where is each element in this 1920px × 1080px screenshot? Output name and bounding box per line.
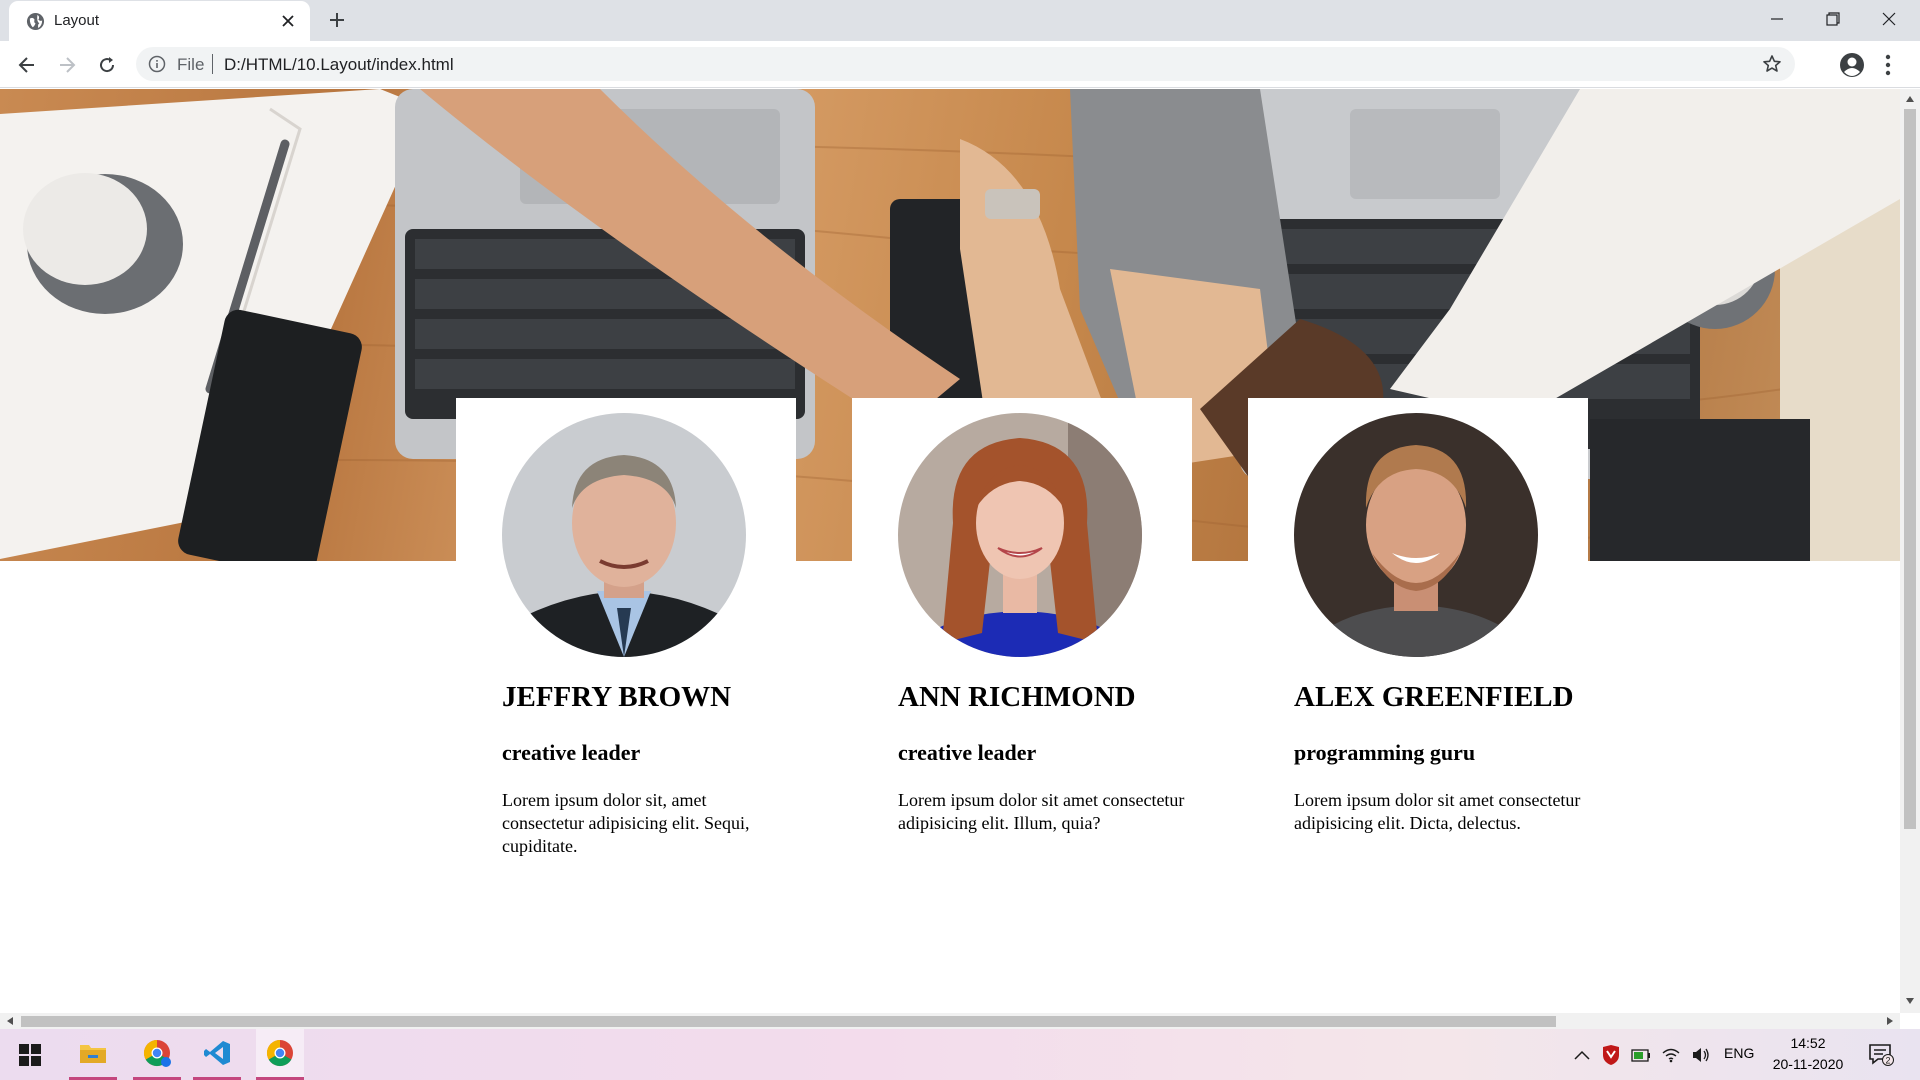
member-name: JEFFRY BROWN [502,681,732,713]
restore-icon [1826,12,1840,26]
minimize-icon [1771,18,1783,20]
wifi-tray-icon[interactable] [1660,1044,1682,1066]
bookmark-star-icon[interactable] [1762,54,1782,74]
taskbar-file-explorer[interactable] [69,1029,117,1080]
volume-tray-icon[interactable] [1690,1044,1712,1066]
forward-button[interactable] [54,52,80,78]
member-description: Lorem ipsum dolor sit, amet consectetur … [502,790,750,856]
new-tab-plus-icon[interactable] [327,10,347,30]
chrome-icon [143,1039,171,1067]
triangle-right-icon [1887,1017,1893,1025]
team-card-1: JEFFRY BROWN creative leader Lorem ipsum… [456,398,796,918]
shield-icon [1603,1045,1619,1065]
show-hidden-icons-button[interactable] [1572,1044,1592,1066]
windows-taskbar: ENG 14:52 20-11-2020 2 [0,1029,1920,1080]
vertical-scrollbar[interactable] [1900,89,1920,1013]
member-description: Lorem ipsum dolor sit amet consectetur a… [1294,790,1581,833]
member-role: creative leader [898,740,1037,765]
windows-logo-icon [19,1043,41,1066]
member-role: creative leader [502,740,641,765]
battery-tray-icon[interactable] [1630,1044,1652,1066]
triangle-up-icon [1906,96,1914,102]
notification-icon: 2 [1869,1044,1894,1066]
wifi-icon [1662,1048,1680,1063]
notification-center-button[interactable]: 2 [1866,1042,1896,1068]
url-scheme-label: File [177,55,205,74]
portrait-photo [1294,413,1538,657]
address-bar[interactable]: File D:/HTML/10.Layout/index.html [136,47,1795,81]
tab-title: Layout [54,12,100,29]
profile-avatar-icon[interactable] [1838,51,1866,79]
chevron-up-icon [1574,1050,1590,1060]
start-button[interactable] [6,1029,54,1080]
triangle-left-icon [7,1017,13,1025]
antivirus-tray-icon[interactable] [1600,1044,1622,1066]
info-icon[interactable] [148,55,166,73]
omnibox-divider [212,54,213,74]
globe-icon [26,12,45,31]
page-viewport: JEFFRY BROWN creative leader Lorem ipsum… [0,89,1900,1013]
horizontal-scrollbar[interactable] [0,1013,1900,1029]
clock-time[interactable]: 14:52 [1778,1035,1838,1051]
member-name: ANN RICHMOND [898,681,1136,713]
forward-arrow-icon [60,57,76,73]
close-icon [1882,12,1896,26]
taskbar-chrome[interactable] [256,1029,304,1080]
taskbar-chrome-profile[interactable] [133,1029,181,1080]
scroll-up-arrow[interactable] [1902,91,1918,107]
reload-icon [100,57,115,73]
triangle-down-icon [1906,998,1914,1004]
folder-icon [80,1045,106,1063]
portrait-photo [898,413,1142,657]
team-card-2: ANN RICHMOND creative leader Lorem ipsum… [852,398,1192,918]
tab-layout[interactable]: Layout [9,1,310,41]
tab-strip: Layout [0,0,1920,41]
restore-button[interactable] [1805,0,1861,38]
more-menu-icon[interactable] [1884,53,1892,77]
reload-button[interactable] [94,52,120,78]
avatar [1294,413,1538,657]
close-window-button[interactable] [1861,0,1917,38]
scroll-right-arrow[interactable] [1882,1013,1898,1029]
team-card-3: ALEX GREENFIELD programming guru Lorem i… [1248,398,1588,918]
scroll-left-arrow[interactable] [2,1013,18,1029]
member-role: programming guru [1294,740,1476,765]
taskbar-vscode[interactable] [193,1029,241,1080]
back-arrow-icon [18,57,34,73]
input-language[interactable]: ENG [1724,1045,1754,1061]
close-tab-icon[interactable] [279,12,297,30]
chrome-icon [266,1039,293,1067]
scroll-down-arrow[interactable] [1902,993,1918,1009]
url-text[interactable]: D:/HTML/10.Layout/index.html [224,55,454,75]
member-name: ALEX GREENFIELD [1294,681,1574,713]
horizontal-scroll-thumb[interactable] [21,1016,1556,1027]
back-button[interactable] [14,52,40,78]
portrait-photo [502,413,746,657]
vscode-icon [204,1041,230,1065]
battery-icon [1631,1049,1650,1062]
browser-toolbar: File D:/HTML/10.Layout/index.html [0,41,1920,88]
minimize-button[interactable] [1749,0,1805,38]
member-description: Lorem ipsum dolor sit amet consectetur a… [898,790,1185,833]
clock-date[interactable]: 20-11-2020 [1768,1056,1848,1072]
vertical-scroll-thumb[interactable] [1904,109,1916,829]
notification-count: 2 [1885,1056,1890,1066]
avatar [898,413,1142,657]
avatar [502,413,746,657]
speaker-icon [1693,1048,1709,1062]
